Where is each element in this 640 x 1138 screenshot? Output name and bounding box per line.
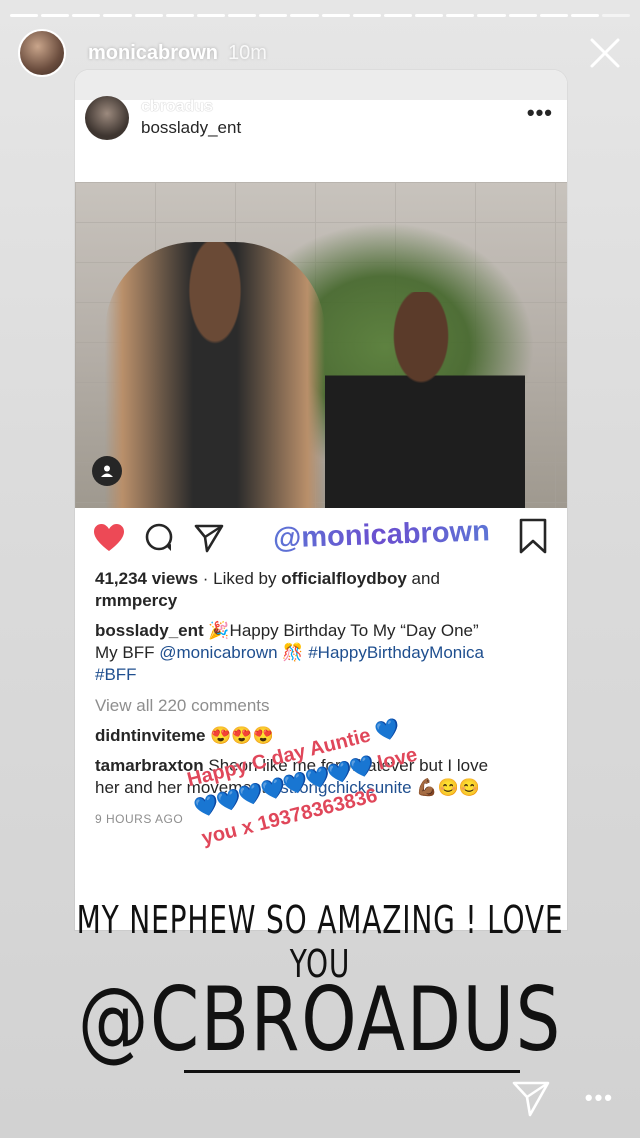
story-progress-segment [508, 14, 537, 17]
comment-text: 😍😍😍 [205, 726, 274, 745]
comment-username: didntinviteme [95, 726, 206, 745]
post-avatar [85, 96, 129, 140]
liked-by-and: and [406, 569, 440, 588]
view-count: 41,234 views [95, 569, 199, 588]
story-progress-segment [570, 14, 599, 17]
story-progress-segment [165, 14, 194, 17]
story-avatar[interactable] [18, 29, 66, 77]
story-caption-mention-text[interactable]: @CBROADUS [78, 968, 562, 1071]
photo-person-left [105, 242, 325, 508]
story-progress-segment [290, 14, 319, 17]
liked-by-prefix: · Liked by [198, 569, 282, 588]
story-progress-segment [72, 14, 101, 17]
story-progress-segment [415, 14, 444, 17]
post-photo [75, 182, 567, 508]
story-progress-segment [103, 14, 132, 17]
mention-underline [184, 1070, 520, 1073]
post-caption: bosslady_ent 🎉Happy Birthday To My “Day … [95, 620, 541, 686]
caption-text: My BFF [95, 643, 160, 662]
photo-person-right [325, 292, 525, 508]
liked-by-user: officialfloydboy [281, 569, 407, 588]
story-progress-segment [228, 14, 257, 17]
likes-line: 41,234 views · Liked by officialfloydboy… [95, 568, 541, 612]
story-username[interactable]: monicabrown [88, 42, 218, 65]
story-progress-segment [196, 14, 226, 17]
mention-sticker[interactable]: @monicabrown [258, 508, 504, 563]
story-progress-segment [601, 14, 631, 17]
story-progress-segment [259, 14, 288, 17]
caption-hashtag: #BFF [95, 665, 137, 684]
story-progress-segment [41, 14, 70, 17]
story-progress-segment [10, 14, 39, 17]
post-actions: @monicabrown [91, 515, 549, 558]
story-caption-mention[interactable]: @CBROADUS [64, 968, 576, 1073]
caption-text: 🎉Happy Birthday To My “Day One” [203, 621, 479, 640]
caption-username: bosslady_ent [95, 621, 204, 640]
caption-hashtag: #HappyBirthdayMonica [308, 643, 484, 662]
bookmark-icon [519, 518, 547, 554]
story-footer: ••• [511, 1078, 614, 1118]
user-tag-icon [92, 456, 122, 486]
caption-mention: @monicabrown [159, 643, 278, 662]
story-progress-segment [352, 14, 381, 17]
post-account: bosslady_ent [141, 118, 242, 137]
caption-emoji: 🎊 [277, 643, 309, 662]
comment-icon [141, 520, 177, 556]
story-progress-segment [321, 14, 350, 17]
send-icon[interactable] [511, 1078, 551, 1118]
story-timestamp: 10m [228, 41, 267, 64]
story-progress-bar [10, 14, 631, 17]
liked-by-user: rmmpercy [95, 591, 178, 610]
view-all-comments: View all 220 comments [95, 696, 270, 715]
story-progress-segment [446, 14, 475, 17]
close-icon[interactable] [588, 36, 622, 70]
post-more-icon: ••• [526, 100, 553, 125]
heart-icon [91, 520, 127, 556]
post-header: cbroadus bosslady_ent ••• [85, 82, 553, 154]
post-user-faded: cbroadus [141, 98, 214, 115]
story-progress-segment [539, 14, 568, 17]
story-progress-segment [477, 14, 506, 17]
send-icon [191, 520, 227, 556]
more-options-icon[interactable]: ••• [585, 1085, 614, 1111]
story-progress-segment [383, 14, 413, 17]
story-progress-segment [134, 14, 163, 17]
